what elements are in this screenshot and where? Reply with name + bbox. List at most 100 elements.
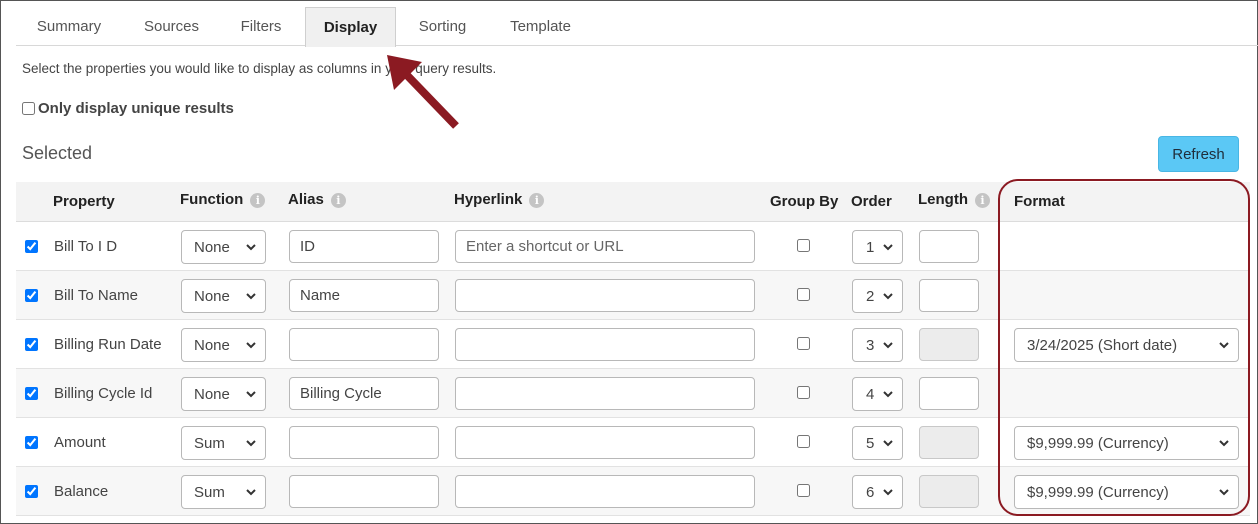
refresh-button[interactable]: Refresh xyxy=(1158,136,1239,172)
function-value: None xyxy=(194,238,230,256)
header-function: Function i xyxy=(180,180,266,220)
alias-input[interactable] xyxy=(289,475,439,508)
hyperlink-input[interactable] xyxy=(455,377,755,410)
format-value: $9,999.99 (Currency) xyxy=(1027,483,1169,501)
row-select-checkbox[interactable] xyxy=(25,338,38,351)
table-row: Billing Run Date None 3 3/24/2025 (Short da… xyxy=(16,320,1250,369)
order-select[interactable]: 3 xyxy=(852,328,903,362)
table-row: Bill To I D None 1 xyxy=(16,222,1250,271)
tab-display[interactable]: Display xyxy=(305,7,396,47)
length-input xyxy=(919,328,979,361)
row-select-checkbox[interactable] xyxy=(25,485,38,498)
header-format: Format xyxy=(1014,193,1065,210)
chevron-down-icon xyxy=(1219,489,1229,496)
group-by-checkbox[interactable] xyxy=(797,288,810,301)
alias-input[interactable] xyxy=(289,377,439,410)
order-select[interactable]: 4 xyxy=(852,377,903,411)
order-value: 6 xyxy=(866,483,875,501)
order-value: 3 xyxy=(866,336,875,354)
length-input[interactable] xyxy=(919,279,979,312)
group-by-checkbox[interactable] xyxy=(797,239,810,252)
chevron-down-icon xyxy=(1219,342,1229,349)
unique-results-option[interactable]: Only display unique results xyxy=(22,100,234,117)
function-info-icon[interactable]: i xyxy=(250,192,266,208)
row-select-checkbox[interactable] xyxy=(25,436,38,449)
hyperlink-input[interactable] xyxy=(455,426,755,459)
hyperlink-input[interactable] xyxy=(455,230,755,263)
row-select-checkbox[interactable] xyxy=(25,387,38,400)
chevron-down-icon xyxy=(883,342,893,349)
chevron-down-icon xyxy=(246,342,256,349)
function-value: None xyxy=(194,287,230,305)
chevron-down-icon xyxy=(883,293,893,300)
function-select[interactable]: None xyxy=(181,328,266,362)
format-select[interactable]: $9,999.99 (Currency) xyxy=(1014,426,1239,460)
table-row: Bill To Name None 2 xyxy=(16,271,1250,320)
header-alias: Alias i xyxy=(288,180,346,220)
chevron-down-icon xyxy=(246,489,256,496)
order-select[interactable]: 6 xyxy=(852,475,903,509)
group-by-checkbox[interactable] xyxy=(797,435,810,448)
function-select[interactable]: Sum xyxy=(181,426,266,460)
row-select-checkbox[interactable] xyxy=(25,289,38,302)
alias-info-icon[interactable]: i xyxy=(330,192,346,208)
length-input[interactable] xyxy=(919,377,979,410)
header-length: Length i xyxy=(918,180,990,220)
format-value: 3/24/2025 (Short date) xyxy=(1027,336,1178,354)
table-row: Billing Cycle Id None 4 xyxy=(16,369,1250,418)
length-input[interactable] xyxy=(919,230,979,263)
chevron-down-icon xyxy=(1219,440,1229,447)
format-select[interactable]: 3/24/2025 (Short date) xyxy=(1014,328,1239,362)
table-header: Property Function i Alias i Hyperlink i Gro… xyxy=(16,182,1250,222)
function-select[interactable]: None xyxy=(181,279,266,313)
property-name: Amount xyxy=(54,434,106,451)
property-name: Balance xyxy=(54,483,109,500)
tab-template[interactable]: Template xyxy=(497,7,584,46)
function-select[interactable]: Sum xyxy=(181,475,266,509)
format-select[interactable]: $9,999.99 (Currency) xyxy=(1014,475,1239,509)
order-value: 5 xyxy=(866,434,875,452)
selected-heading: Selected xyxy=(22,143,93,163)
order-select[interactable]: 5 xyxy=(852,426,903,460)
unique-results-label: Only display unique results xyxy=(38,100,234,117)
tab-sorting[interactable]: Sorting xyxy=(406,7,479,46)
table-row: Balance Sum 6 $9,999.99 (Currency) xyxy=(16,467,1250,516)
header-property: Property xyxy=(53,193,115,210)
chevron-down-icon xyxy=(883,440,893,447)
length-input xyxy=(919,426,979,459)
function-value: Sum xyxy=(194,434,225,452)
table-row: Amount Sum 5 $9,999.99 (Currency) xyxy=(16,418,1250,467)
function-select[interactable]: None xyxy=(181,377,266,411)
hyperlink-input[interactable] xyxy=(455,279,755,312)
group-by-checkbox[interactable] xyxy=(797,484,810,497)
length-input xyxy=(919,475,979,508)
alias-input[interactable] xyxy=(289,279,439,312)
group-by-checkbox[interactable] xyxy=(797,337,810,350)
alias-input[interactable] xyxy=(289,328,439,361)
intro-text: Select the properties you would like to … xyxy=(22,61,497,76)
hyperlink-input[interactable] xyxy=(455,328,755,361)
group-by-checkbox[interactable] xyxy=(797,386,810,399)
function-value: None xyxy=(194,385,230,403)
alias-input[interactable] xyxy=(289,426,439,459)
order-select[interactable]: 1 xyxy=(852,230,903,264)
property-name: Billing Cycle Id xyxy=(54,385,153,402)
function-value: None xyxy=(194,336,230,354)
order-select[interactable]: 2 xyxy=(852,279,903,313)
hyperlink-info-icon[interactable]: i xyxy=(529,192,545,208)
chevron-down-icon xyxy=(883,244,893,251)
tab-bar: Summary Sources Filters Display Sorting … xyxy=(16,0,1258,47)
row-select-checkbox[interactable] xyxy=(25,240,38,253)
length-info-icon[interactable]: i xyxy=(975,192,990,208)
tab-sources[interactable]: Sources xyxy=(130,7,213,46)
tab-filters[interactable]: Filters xyxy=(221,7,301,46)
chevron-down-icon xyxy=(883,489,893,496)
property-name: Bill To Name xyxy=(54,287,138,304)
header-hyperlink: Hyperlink i xyxy=(454,180,545,220)
chevron-down-icon xyxy=(883,391,893,398)
unique-results-checkbox[interactable] xyxy=(22,102,35,115)
hyperlink-input[interactable] xyxy=(455,475,755,508)
alias-input[interactable] xyxy=(289,230,439,263)
tab-summary[interactable]: Summary xyxy=(16,7,122,46)
function-select[interactable]: None xyxy=(181,230,266,264)
